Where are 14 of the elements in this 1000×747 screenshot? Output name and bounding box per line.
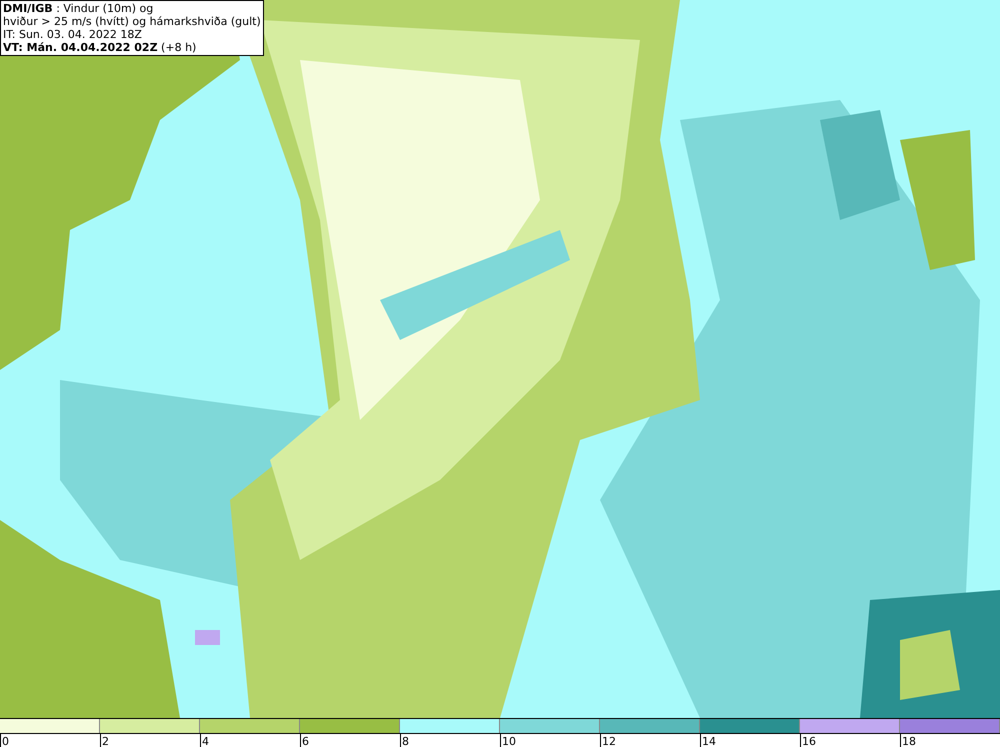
legend-label: 2 [101,736,109,747]
legend-label: 16 [801,736,816,747]
legend-label: 10 [501,736,516,747]
legend-label: 14 [701,736,716,747]
title-line: VT: Mán. 04.04.2022 02Z (+8 h) [3,41,198,54]
title-line: hviður > 25 m/s (hvítt) og hámarkshviða (gult) [3,15,261,28]
legend-label: 12 [601,736,616,747]
legend-label: 18 [901,736,916,747]
title-line: IT: Sun. 03. 04. 2022 18Z [3,28,143,41]
legend-label: 0 [1,736,9,747]
legend-label: 6 [301,736,309,747]
legend-label: 8 [401,736,409,747]
title-line: DMI/IGB : Vindur (10m) og [3,2,154,15]
legend-label: 4 [201,736,209,747]
